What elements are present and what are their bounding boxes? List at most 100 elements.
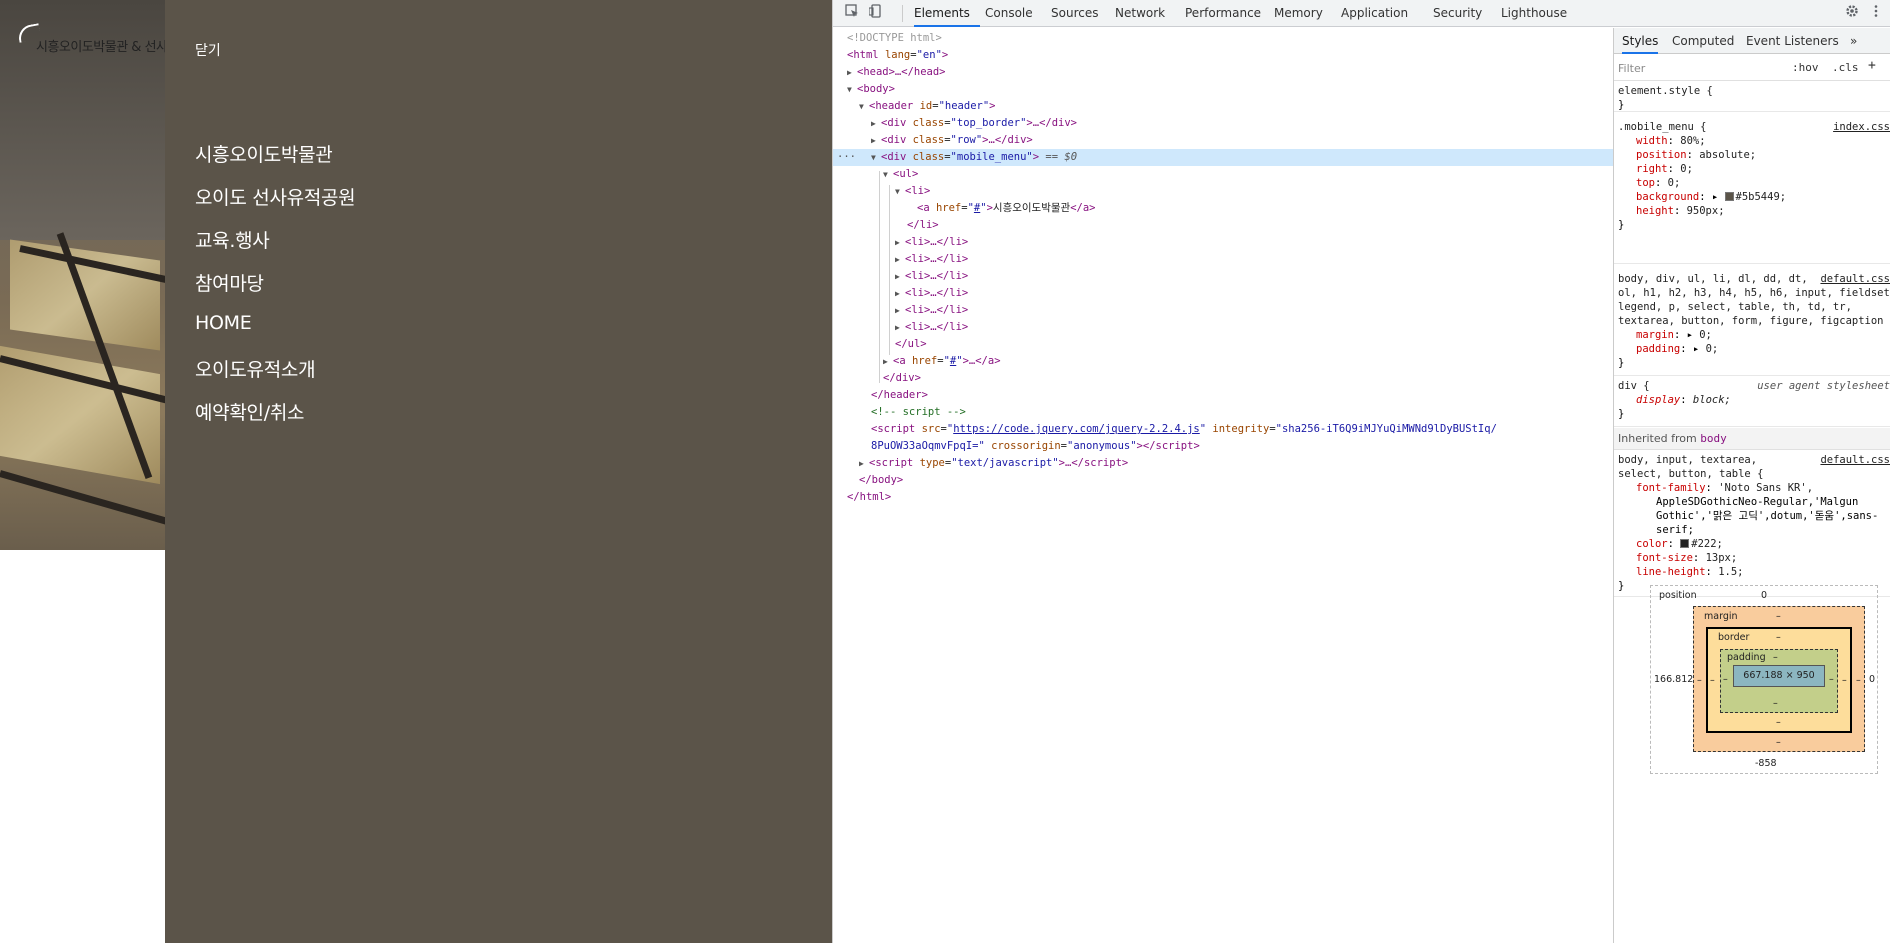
dom-node[interactable]: </header> (833, 387, 1613, 404)
margin-bottom-value[interactable]: – (1776, 737, 1781, 748)
menu-link-site-intro[interactable]: 오이도유적소개 (195, 359, 316, 381)
collapse-triangle-icon[interactable]: ▼ (847, 81, 857, 98)
css-property[interactable]: margin: ▸ 0; (1618, 328, 1890, 342)
inherited-from-link[interactable]: body (1700, 432, 1727, 445)
device-toggle-icon[interactable] (867, 4, 885, 22)
inspect-icon[interactable] (843, 4, 861, 22)
css-rule-body-fonts[interactable]: default.css body, input, textarea, selec… (1614, 451, 1890, 597)
menu-link-participation[interactable]: 참여마당 (195, 273, 264, 295)
new-rule-icon[interactable]: + (1868, 58, 1876, 73)
dom-node[interactable]: ▶ <li>…</li> (833, 251, 1613, 268)
expand-triangle-icon[interactable]: ▶ (871, 115, 881, 132)
menu-link-prehistoric-park[interactable]: 오이도 선사유적공원 (195, 187, 356, 209)
css-rule-mobile-menu[interactable]: index.css .mobile_menu { width: 80%; pos… (1614, 118, 1890, 264)
tab-application[interactable]: Application (1341, 0, 1408, 27)
box-model-content[interactable]: 667.188 × 950 (1733, 665, 1825, 687)
dom-node[interactable]: ▶ <script type="text/javascript">…</scrip… (833, 455, 1613, 472)
expand-triangle-icon[interactable]: ▶ (859, 455, 869, 472)
dom-node[interactable]: <!DOCTYPE html> (833, 30, 1613, 47)
expand-triangle-icon[interactable]: ▶ (895, 319, 905, 336)
script-src-link[interactable]: https://code.jquery.com/jquery-2.2.4.js (953, 423, 1200, 435)
dom-node[interactable]: </div> (833, 370, 1613, 387)
dom-node[interactable]: ▶ <li>…</li> (833, 268, 1613, 285)
site-logo[interactable]: 시흥오이도박물관 & 선사유 (16, 23, 179, 55)
more-tabs-icon[interactable]: » (1850, 28, 1857, 54)
css-property[interactable]: font-size: 13px; (1618, 551, 1890, 565)
tab-memory[interactable]: Memory (1274, 0, 1323, 27)
dom-node[interactable]: </body> (833, 472, 1613, 489)
border-top-value[interactable]: – (1776, 632, 1781, 643)
css-property[interactable]: font-family: 'Noto Sans KR', (1618, 481, 1890, 495)
css-property[interactable]: right: 0; (1618, 162, 1890, 176)
expand-triangle-icon[interactable]: ▶ (895, 234, 905, 251)
border-bottom-value[interactable]: – (1776, 717, 1781, 728)
dom-node[interactable]: <a href="#">시흥오이도박물관</a> (833, 200, 1613, 217)
expand-triangle-icon[interactable]: ▶ (883, 353, 893, 370)
css-property[interactable]: line-height: 1.5; (1618, 565, 1890, 579)
dom-node[interactable]: ▶ <div class="row">…</div> (833, 132, 1613, 149)
collapse-triangle-icon[interactable]: ▼ (883, 166, 893, 183)
tab-event-listeners[interactable]: Event Listeners (1746, 28, 1839, 54)
rule-source-link[interactable]: default.css (1820, 272, 1890, 286)
dom-node[interactable]: ▶ <head>…</head> (833, 64, 1613, 81)
tab-computed[interactable]: Computed (1672, 28, 1734, 54)
css-property[interactable]: padding: ▸ 0; (1618, 342, 1890, 356)
dom-node[interactable]: ▼ <ul> (833, 166, 1613, 183)
dom-node[interactable]: ▶ <a href="#">…</a> (833, 353, 1613, 370)
dom-node[interactable]: <!-- script --> (833, 404, 1613, 421)
dom-node[interactable]: ▼ <body> (833, 81, 1613, 98)
rule-source-link[interactable]: default.css (1820, 453, 1890, 467)
position-bottom-value[interactable]: -858 (1755, 758, 1777, 769)
expand-triangle-icon[interactable]: ▶ (895, 268, 905, 285)
color-swatch-icon[interactable] (1724, 192, 1734, 201)
expand-triangle-icon[interactable]: ▶ (847, 64, 857, 81)
margin-top-value[interactable]: – (1776, 611, 1781, 622)
settings-icon[interactable] (1843, 4, 1861, 22)
expand-triangle-icon[interactable]: ▶ (895, 302, 905, 319)
dom-node[interactable]: ▶ <li>…</li> (833, 285, 1613, 302)
position-top-value[interactable]: 0 (1761, 590, 1767, 601)
margin-left-value[interactable]: – (1697, 675, 1702, 686)
close-menu-button[interactable]: 닫기 (195, 40, 221, 60)
expand-triangle-icon[interactable]: ▶ (895, 251, 905, 268)
menu-link-education[interactable]: 교육.행사 (195, 230, 270, 252)
color-swatch-icon[interactable] (1680, 539, 1690, 548)
margin-right-value[interactable]: – (1856, 675, 1861, 686)
position-right-value[interactable]: 0 (1869, 674, 1875, 685)
dom-node[interactable]: ▶ <li>…</li> (833, 302, 1613, 319)
menu-link-museum[interactable]: 시흥오이도박물관 (195, 144, 333, 166)
dom-node[interactable]: </ul> (833, 336, 1613, 353)
dom-node[interactable]: 8PuOW33aOqmvFpqI=" crossorigin="anonymou… (833, 438, 1613, 455)
tab-security[interactable]: Security (1433, 0, 1482, 27)
position-left-value[interactable]: 166.812 (1654, 674, 1693, 685)
hov-toggle[interactable]: :hov (1792, 61, 1819, 74)
dom-node[interactable]: <script src="https://code.jquery.com/jqu… (833, 421, 1613, 438)
tab-lighthouse[interactable]: Lighthouse (1501, 0, 1567, 27)
padding-top-value[interactable]: – (1773, 652, 1778, 663)
menu-link-home[interactable]: HOME (195, 312, 252, 334)
more-icon[interactable] (1867, 4, 1885, 22)
css-property[interactable]: position: absolute; (1618, 148, 1890, 162)
css-rule-user-agent-div[interactable]: user agent stylesheet div { display: blo… (1614, 377, 1890, 427)
dom-node[interactable]: <html lang="en"> (833, 47, 1613, 64)
border-left-value[interactable]: – (1710, 675, 1715, 686)
padding-bottom-value[interactable]: – (1773, 698, 1778, 709)
dom-node-selected[interactable]: ··· ▼ <div class="mobile_menu"> == $0 (833, 149, 1613, 166)
node-actions-icon[interactable]: ··· (837, 149, 856, 166)
dom-node[interactable]: </html> (833, 489, 1613, 506)
dom-node[interactable]: ▶ <div class="top_border">…</div> (833, 115, 1613, 132)
expand-triangle-icon[interactable]: ▶ (895, 285, 905, 302)
css-rule-element-style[interactable]: element.style { } (1614, 82, 1890, 112)
collapse-triangle-icon[interactable]: ▼ (859, 98, 869, 115)
border-right-value[interactable]: – (1842, 675, 1847, 686)
css-property[interactable]: background: ▸ #5b5449; (1618, 190, 1890, 204)
dom-node[interactable]: ▶ <li>…</li> (833, 319, 1613, 336)
tab-styles[interactable]: Styles (1622, 28, 1659, 54)
dom-node[interactable]: </li> (833, 217, 1613, 234)
tab-network[interactable]: Network (1115, 0, 1165, 27)
tab-sources[interactable]: Sources (1051, 0, 1098, 27)
menu-link-reservation[interactable]: 예약확인/취소 (195, 402, 304, 424)
padding-right-value[interactable]: – (1829, 674, 1834, 685)
tab-console[interactable]: Console (985, 0, 1033, 27)
expand-triangle-icon[interactable]: ▶ (871, 132, 881, 149)
